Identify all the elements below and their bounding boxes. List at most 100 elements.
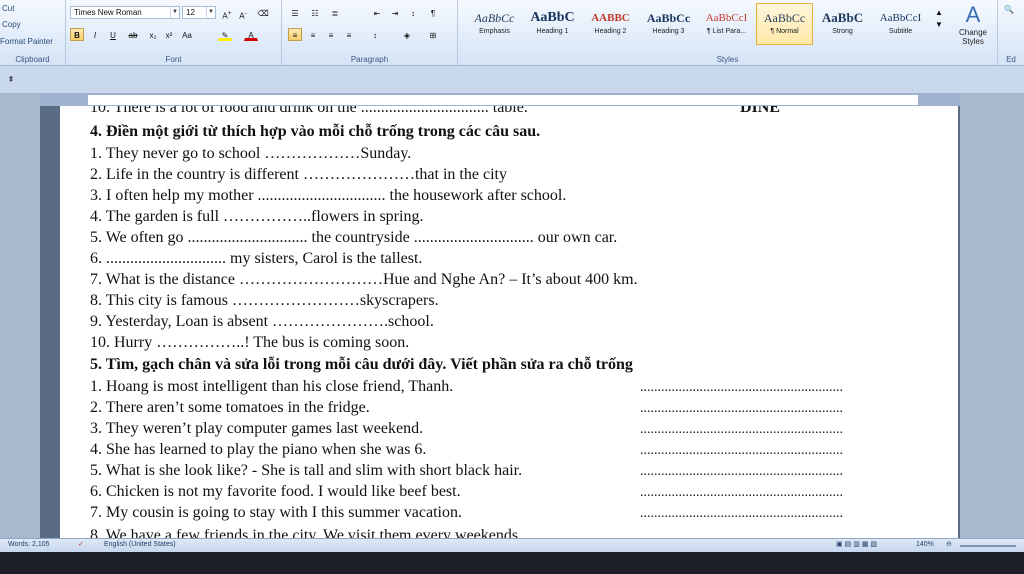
justify-icon[interactable]: ≡ bbox=[342, 28, 356, 41]
italic-icon[interactable]: I bbox=[88, 28, 102, 41]
style-sample: AaBbCc bbox=[763, 11, 806, 25]
align-right-icon[interactable]: ≡ bbox=[324, 28, 338, 41]
style-name: Heading 2 bbox=[594, 28, 627, 35]
exercise-5-item: 2. There aren’t some tomatoes in the fri… bbox=[90, 399, 370, 416]
subscript-icon[interactable]: x₂ bbox=[146, 28, 160, 41]
language-indicator[interactable]: English (United States) bbox=[104, 541, 176, 548]
style-name: ¶ List Para... bbox=[706, 28, 747, 35]
style-name: Subtitle bbox=[888, 28, 913, 35]
zoom-level[interactable]: 140% bbox=[916, 541, 934, 548]
sort-icon[interactable]: ↕ bbox=[406, 6, 420, 19]
show-marks-icon[interactable]: ¶ bbox=[426, 6, 440, 19]
zoom-out-icon[interactable]: ⊖ bbox=[946, 540, 952, 548]
ruler-left-margin bbox=[40, 95, 88, 105]
paragraph-group: ☰ ☷ ≣ ⇤ ⇥ ↕ ¶ ≡ ≡ ≡ ≡ ↕ ◈ ⊞ Paragraph bbox=[282, 0, 458, 66]
exercise-4-item: 3. I often help my mother ..............… bbox=[90, 187, 567, 204]
status-bar: Words: 2,105 ✓ English (United States) ▣… bbox=[0, 538, 1024, 552]
find-icon[interactable]: 🔍 bbox=[1002, 2, 1016, 15]
underline-icon[interactable]: U bbox=[106, 28, 120, 41]
change-case-icon[interactable]: Aa bbox=[180, 28, 194, 41]
ruler-right-margin bbox=[918, 95, 960, 105]
proofing-icon[interactable]: ✓ bbox=[78, 540, 84, 548]
style-heading-2[interactable]: AABBC Heading 2 bbox=[582, 3, 639, 45]
change-styles-button[interactable]: A Change Styles bbox=[952, 2, 994, 46]
bullets-icon[interactable]: ☰ bbox=[288, 6, 302, 19]
font-color-icon[interactable]: A bbox=[244, 28, 258, 41]
partial-line-top-right: DINE bbox=[740, 106, 781, 116]
font-group-label: Font bbox=[165, 55, 182, 64]
font-family-value: Times New Roman bbox=[74, 8, 142, 17]
decrease-indent-icon[interactable]: ⇤ bbox=[370, 6, 384, 19]
answer-blank: ........................................… bbox=[640, 506, 843, 521]
taskbar bbox=[0, 552, 1024, 574]
partial-line-bottom: 8. We have a few friends in the city. We… bbox=[90, 527, 523, 538]
word-count[interactable]: Words: 2,105 bbox=[8, 541, 50, 548]
style-subtitle[interactable]: AaBbCcI Subtitle bbox=[872, 3, 929, 45]
right-margin-area bbox=[960, 94, 1024, 538]
exercise-4-item: 7. What is the distance ………………………Hue and… bbox=[90, 271, 638, 288]
align-left-icon[interactable]: ≡ bbox=[288, 28, 302, 41]
answer-blank: ........................................… bbox=[640, 485, 843, 500]
format-painter-button[interactable]: Format Painter bbox=[0, 37, 53, 46]
partial-line-top: 10. There is a lot of food and drink on … bbox=[90, 106, 528, 116]
borders-icon[interactable]: ⊞ bbox=[426, 28, 440, 41]
shading-icon[interactable]: ◈ bbox=[400, 28, 414, 41]
exercise-4-item: 2. Life in the country is different …………… bbox=[90, 166, 507, 183]
style-sample: AaBbCc bbox=[474, 11, 515, 25]
font-family-select[interactable]: Times New Roman ▼ bbox=[70, 6, 180, 19]
highlight-icon[interactable]: ✎ bbox=[218, 28, 232, 41]
styles-group: AaBbCc Emphasis AaBbC Heading 1 AABBC Headi… bbox=[458, 0, 998, 66]
style-strong[interactable]: AaBbC Strong bbox=[814, 3, 871, 45]
grow-font-icon[interactable]: A+ bbox=[220, 6, 234, 21]
cut-button[interactable]: Cut bbox=[2, 4, 14, 13]
copy-button[interactable]: Copy bbox=[2, 20, 21, 29]
horizontal-ruler[interactable] bbox=[40, 94, 960, 106]
style-sample: AaBbC bbox=[821, 10, 864, 25]
answer-blank: ........................................… bbox=[640, 380, 843, 395]
exercise-5-item: 1. Hoang is most intelligent than his cl… bbox=[90, 378, 454, 395]
align-center-icon[interactable]: ≡ bbox=[306, 28, 320, 41]
document-page[interactable]: 10. There is a lot of food and drink on … bbox=[60, 106, 958, 538]
paragraph-options-icon[interactable]: ⇞ bbox=[4, 72, 18, 85]
view-buttons[interactable]: ▣▤▥▦▧ bbox=[836, 540, 879, 548]
editing-group: 🔍 Ed bbox=[998, 0, 1024, 66]
exercise-4-item: 5. We often go .........................… bbox=[90, 229, 618, 246]
exercise-4-item: 8. This city is famous ……………………skyscrape… bbox=[90, 292, 439, 309]
chevron-down-icon: ▼ bbox=[170, 7, 179, 18]
editing-group-label: Ed bbox=[1006, 55, 1016, 64]
answer-blank: ........................................… bbox=[640, 443, 843, 458]
style-name: Heading 1 bbox=[536, 28, 569, 35]
answer-blank: ........................................… bbox=[640, 422, 843, 437]
exercise-5-item: 5. What is she look like? - She is tall … bbox=[90, 462, 523, 479]
style-name: Emphasis bbox=[479, 28, 510, 35]
answer-blank: ........................................… bbox=[640, 401, 843, 416]
style-sample: AaBbCcI bbox=[879, 12, 922, 24]
bold-icon[interactable]: B bbox=[70, 28, 84, 41]
shrink-font-icon[interactable]: A- bbox=[236, 6, 250, 21]
style-heading-3[interactable]: AaBbCc Heading 3 bbox=[640, 3, 697, 45]
multilevel-list-icon[interactable]: ≣ bbox=[328, 6, 342, 19]
style-sample: AABBC bbox=[591, 12, 630, 24]
font-size-value: 12 bbox=[186, 8, 195, 17]
superscript-icon[interactable]: x² bbox=[162, 28, 176, 41]
section-4-heading: 4. Điền một giới từ thích hợp vào mỗi ch… bbox=[90, 123, 541, 140]
style-heading-1[interactable]: AaBbC Heading 1 bbox=[524, 3, 581, 45]
clipboard-group-label: Clipboard bbox=[15, 55, 50, 64]
numbering-icon[interactable]: ☷ bbox=[308, 6, 322, 19]
strikethrough-icon[interactable]: ab bbox=[126, 28, 140, 41]
ribbon: Cut Copy Format Painter Clipboard Times … bbox=[0, 0, 1024, 66]
exercise-4-item: 6. .............................. my sis… bbox=[90, 250, 423, 267]
exercise-5-item: 4. She has learned to play the piano whe… bbox=[90, 441, 427, 458]
zoom-slider[interactable] bbox=[960, 545, 1016, 547]
increase-indent-icon[interactable]: ⇥ bbox=[388, 6, 402, 19]
style-normal[interactable]: AaBbCc ¶ Normal bbox=[756, 3, 813, 45]
style-list-paragraph[interactable]: AaBbCcI ¶ List Para... bbox=[698, 3, 755, 45]
font-group: Times New Roman ▼ 12 ▼ A+ A- ⌫ B I U ab x₂… bbox=[66, 0, 282, 66]
styles-scroll-icon[interactable]: ▲ ▼ bbox=[932, 6, 946, 42]
exercise-5-item: 3. They weren’t play computer games last… bbox=[90, 420, 424, 437]
change-styles-icon: A bbox=[965, 2, 981, 27]
style-emphasis[interactable]: AaBbCc Emphasis bbox=[466, 3, 523, 45]
font-size-select[interactable]: 12 ▼ bbox=[182, 6, 216, 19]
line-spacing-icon[interactable]: ↕ bbox=[368, 28, 382, 41]
clear-format-icon[interactable]: ⌫ bbox=[256, 6, 270, 19]
